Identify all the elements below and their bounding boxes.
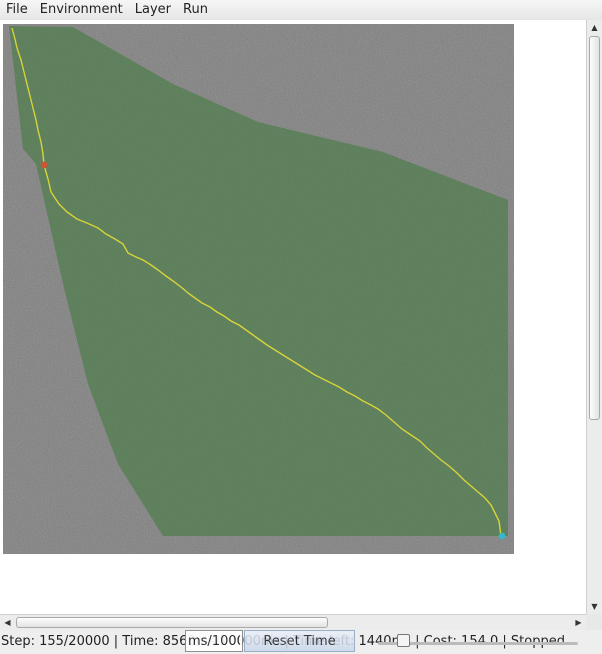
arrow-right-icon[interactable]: ▶: [571, 615, 586, 630]
environment-map[interactable]: [3, 24, 514, 554]
menu-file[interactable]: File: [0, 0, 34, 20]
scroll-corner: [586, 614, 602, 630]
horizontal-scrollbar[interactable]: ◀ ▶: [0, 614, 586, 630]
reset-time-button[interactable]: Reset Time: [244, 630, 355, 652]
arrow-up-icon[interactable]: ▲: [587, 20, 602, 35]
delay-input[interactable]: [185, 630, 243, 652]
menu-run[interactable]: Run: [177, 0, 214, 20]
menu-environment[interactable]: Environment: [34, 0, 129, 20]
vertical-scroll-thumb[interactable]: [589, 36, 600, 420]
horizontal-scroll-thumb[interactable]: [16, 617, 328, 628]
vertical-scrollbar[interactable]: ▲ ▼: [586, 20, 602, 614]
arrow-down-icon[interactable]: ▼: [587, 599, 602, 614]
slider-knob[interactable]: [396, 634, 410, 647]
goal-marker: [498, 532, 506, 540]
start-marker: [40, 161, 48, 169]
map-viewport[interactable]: [0, 20, 586, 614]
menu-layer[interactable]: Layer: [129, 0, 177, 20]
arrow-left-icon[interactable]: ◀: [0, 615, 15, 630]
speed-slider[interactable]: [378, 632, 578, 652]
status-bar: Step: 155/20000 | Time: 8560ms/10000ms |…: [0, 630, 602, 654]
menu-bar: File Environment Layer Run: [0, 0, 602, 21]
